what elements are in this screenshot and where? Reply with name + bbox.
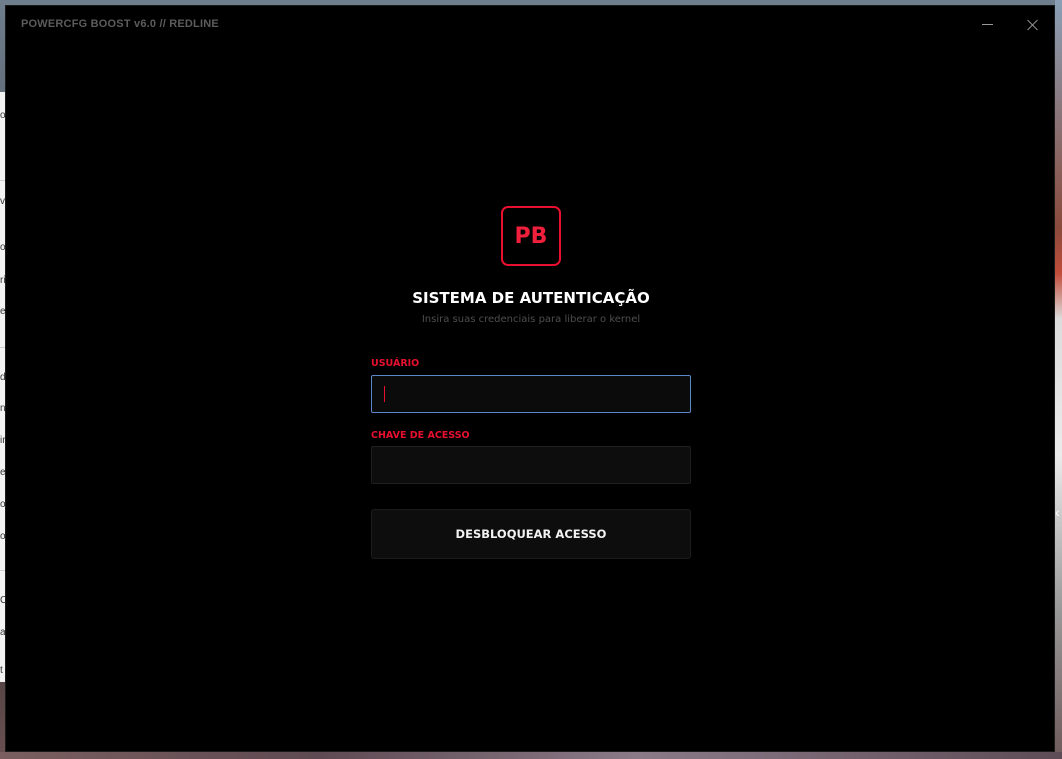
access-key-label: CHAVE DE ACESSO bbox=[371, 430, 470, 441]
close-icon bbox=[1027, 19, 1038, 30]
minimize-button[interactable] bbox=[971, 12, 1003, 36]
access-key-input[interactable] bbox=[372, 447, 690, 483]
background-window-right: ‹ bbox=[1055, 0, 1062, 759]
auth-title: SISTEMA DE AUTENTICAÇÃO bbox=[412, 289, 650, 307]
background-desktop-strip bbox=[0, 752, 1062, 759]
username-field[interactable] bbox=[371, 375, 691, 413]
access-key-field[interactable] bbox=[371, 446, 691, 484]
title-bar[interactable]: POWERCFG BOOST v6.0 // REDLINE bbox=[6, 6, 1054, 42]
window-title: POWERCFG BOOST v6.0 // REDLINE bbox=[21, 18, 219, 30]
auth-subtitle: Insira suas credenciais para liberar o k… bbox=[421, 314, 641, 325]
minimize-icon bbox=[981, 23, 993, 25]
unlock-access-button[interactable]: DESBLOQUEAR ACESSO bbox=[371, 509, 691, 559]
app-window: POWERCFG BOOST v6.0 // REDLINE PB SISTEM… bbox=[5, 5, 1055, 752]
username-label: USUÁRIO bbox=[371, 358, 420, 369]
app-logo: PB bbox=[501, 206, 561, 266]
close-button[interactable] bbox=[1016, 12, 1048, 36]
username-input[interactable] bbox=[372, 376, 690, 412]
background-text-fragment: t bbox=[0, 665, 3, 676]
chevron-left-icon: ‹ bbox=[1055, 504, 1060, 520]
